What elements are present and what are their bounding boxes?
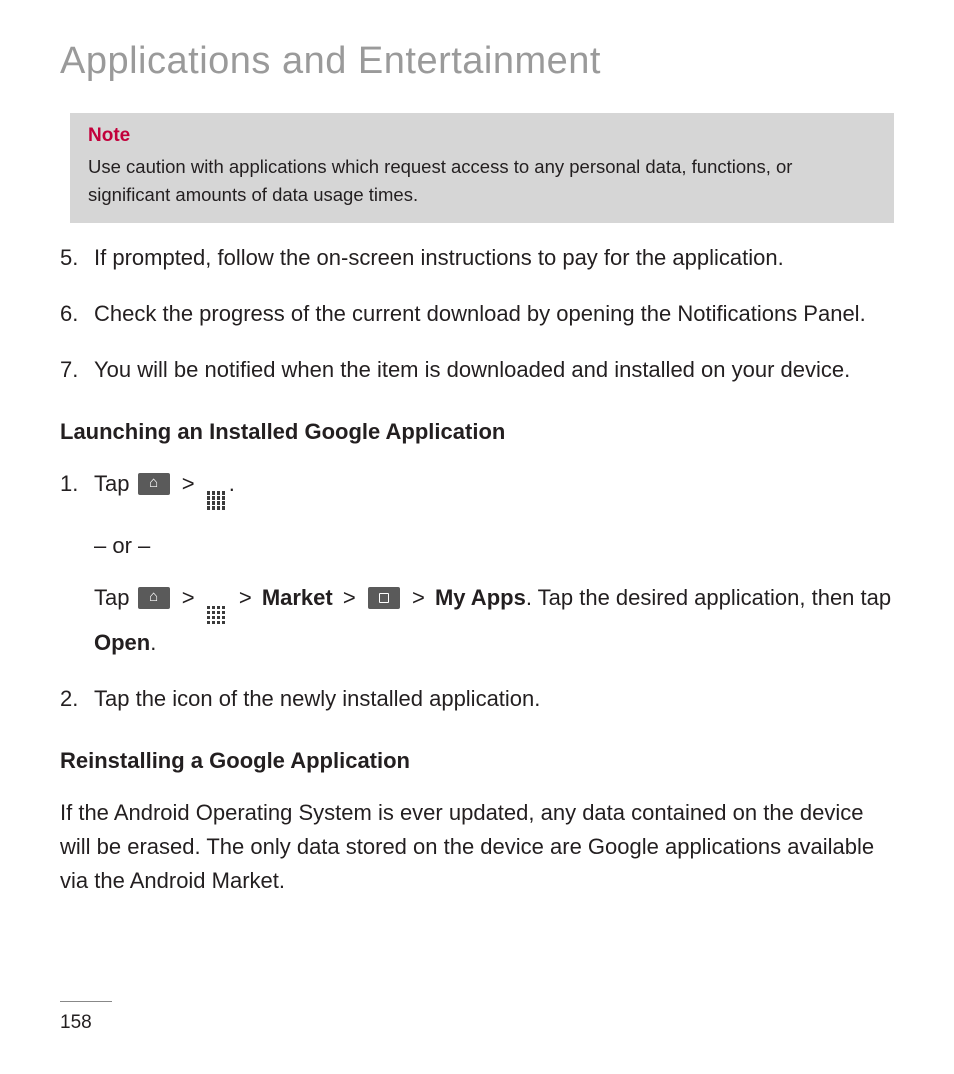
note-body: Use caution with applications which requ… bbox=[88, 153, 876, 209]
page-number: 158 bbox=[60, 1012, 92, 1033]
alt-lead: Tap bbox=[94, 585, 136, 610]
or-text: – or – bbox=[94, 529, 894, 563]
menu-icon bbox=[368, 587, 400, 609]
launching-steps: Tap > . – or – Tap > > Market > > My App… bbox=[60, 467, 894, 716]
alt-tail: . Tap the desired application, then tap bbox=[526, 585, 891, 610]
launching-heading: Launching an Installed Google Applicatio… bbox=[60, 419, 894, 445]
note-box: Note Use caution with applications which… bbox=[70, 113, 894, 223]
document-page: Applications and Entertainment Note Use … bbox=[0, 0, 954, 898]
alt-path: Tap > > Market > > My Apps. Tap the desi… bbox=[94, 581, 894, 660]
footer-rule bbox=[60, 1001, 112, 1002]
step-5: If prompted, follow the on-screen instru… bbox=[60, 241, 894, 275]
period: . bbox=[150, 630, 156, 655]
steps-continued: If prompted, follow the on-screen instru… bbox=[60, 241, 894, 387]
reinstalling-para: If the Android Operating System is ever … bbox=[60, 796, 894, 898]
separator-gt: > bbox=[343, 585, 356, 610]
separator-gt: > bbox=[239, 585, 252, 610]
note-heading: Note bbox=[88, 125, 876, 147]
app-grid-icon bbox=[207, 606, 227, 626]
home-icon bbox=[138, 473, 170, 495]
market-label: Market bbox=[262, 585, 333, 610]
myapps-label: My Apps bbox=[435, 585, 526, 610]
page-title: Applications and Entertainment bbox=[60, 40, 894, 83]
step1-lead: Tap bbox=[94, 471, 136, 496]
separator-gt: > bbox=[182, 471, 195, 496]
separator-gt: > bbox=[412, 585, 425, 610]
app-grid-icon bbox=[207, 491, 227, 511]
launching-step-2: Tap the icon of the newly installed appl… bbox=[60, 682, 894, 716]
separator-gt: > bbox=[182, 585, 195, 610]
step-7: You will be notified when the item is do… bbox=[60, 353, 894, 387]
step-6: Check the progress of the current downlo… bbox=[60, 297, 894, 331]
open-label: Open bbox=[94, 630, 150, 655]
home-icon bbox=[138, 587, 170, 609]
reinstalling-heading: Reinstalling a Google Application bbox=[60, 748, 894, 774]
period: . bbox=[229, 471, 235, 496]
page-footer: 158 bbox=[60, 1001, 112, 1034]
launching-step-1: Tap > . – or – Tap > > Market > > My App… bbox=[60, 467, 894, 660]
